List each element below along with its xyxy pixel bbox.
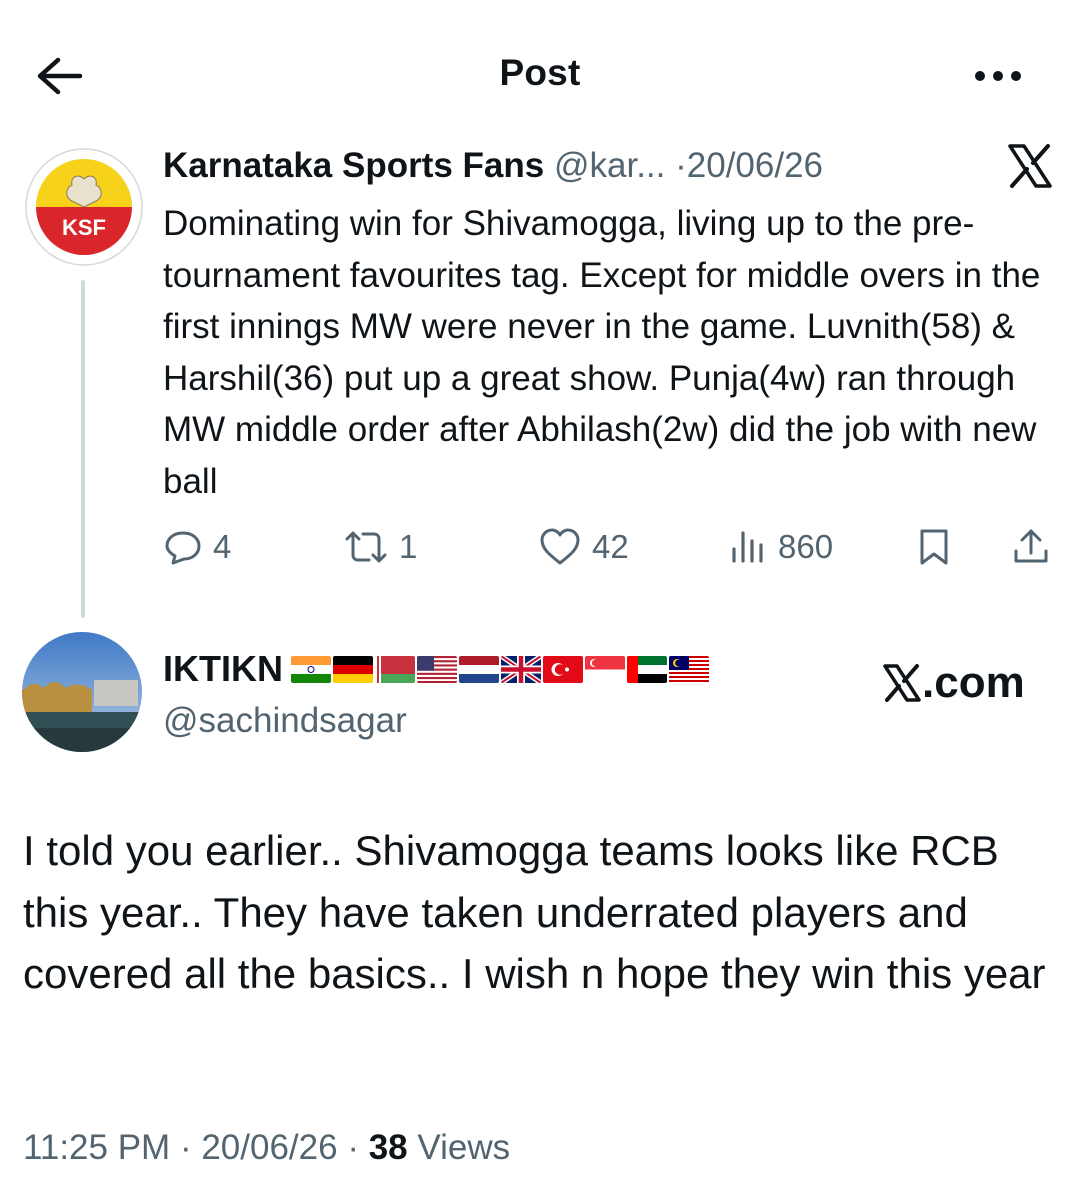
reply-count: 4 — [213, 528, 232, 565]
post-meta: 11:25 PM · 20/06/26 · 38 Views — [23, 1128, 510, 1168]
author-name[interactable]: Karnataka Sports Fans — [163, 146, 544, 185]
views-count[interactable]: 38 — [369, 1128, 408, 1167]
views-button[interactable]: 860 — [728, 522, 833, 572]
bookmark-icon — [920, 529, 948, 565]
reply-button[interactable]: 4 — [163, 522, 231, 572]
author-name: IKTIKN — [163, 648, 283, 689]
repost-icon — [345, 531, 387, 563]
heart-icon — [540, 528, 580, 565]
views-count: 860 — [778, 528, 834, 565]
like-count: 42 — [592, 528, 629, 565]
malaysia-flag-icon — [669, 655, 709, 683]
uae-flag-icon — [627, 655, 667, 683]
avatar[interactable]: KSF — [22, 145, 146, 269]
post-date[interactable]: 20/06/26 — [687, 146, 823, 185]
post-time[interactable]: 11:25 PM — [23, 1128, 170, 1167]
share-button[interactable] — [1011, 522, 1051, 572]
watermark-text: .com — [922, 658, 1025, 707]
bookmark-button[interactable] — [915, 522, 953, 572]
avatar[interactable] — [22, 632, 142, 752]
belarus-flag-icon — [375, 655, 415, 683]
author-handle[interactable]: @sachindsagar — [163, 701, 407, 741]
like-button[interactable]: 42 — [538, 522, 629, 572]
page-title: Post — [499, 52, 581, 93]
thread-connector — [81, 280, 85, 618]
reply-author[interactable]: IKTIKN — [163, 648, 709, 690]
post-text: Dominating win for Shivamogga, living up… — [163, 204, 1041, 501]
repost-button[interactable]: 1 — [343, 522, 417, 572]
x-logo-icon — [883, 664, 921, 702]
more-horizontal-icon — [975, 71, 1021, 81]
x-watermark: .com — [882, 658, 1025, 708]
action-bar: 4 1 42 860 — [163, 522, 1053, 572]
share-icon — [1014, 529, 1048, 563]
separator-dot: · — [675, 146, 687, 185]
netherlands-flag-icon — [459, 655, 499, 683]
more-button[interactable] — [968, 58, 1028, 94]
repost-count: 1 — [399, 528, 418, 565]
landscape-photo — [22, 632, 142, 752]
post-header: Karnataka Sports Fans @kar... ·20/06/26 — [163, 143, 823, 189]
author-handle[interactable]: @kar... — [554, 146, 665, 185]
avatar-logo-text: KSF — [62, 215, 106, 240]
india-flag-icon — [291, 655, 331, 683]
x-logo-icon — [1006, 144, 1054, 188]
views-label: Views — [417, 1128, 511, 1167]
ksf-logo — [22, 145, 146, 269]
flag-list — [291, 655, 709, 683]
separator-dot: · — [347, 1128, 359, 1167]
singapore-flag-icon — [585, 655, 625, 683]
separator-dot: · — [179, 1128, 192, 1167]
turkey-flag-icon — [543, 655, 583, 683]
reply-text: I told you earlier.. Shivamogga teams lo… — [23, 827, 1046, 997]
germany-flag-icon — [333, 655, 373, 683]
post-date[interactable]: 20/06/26 — [201, 1128, 337, 1167]
analytics-icon — [732, 531, 763, 563]
usa-flag-icon — [417, 655, 457, 683]
uk-flag-icon — [501, 655, 541, 683]
reply-icon — [165, 531, 201, 565]
